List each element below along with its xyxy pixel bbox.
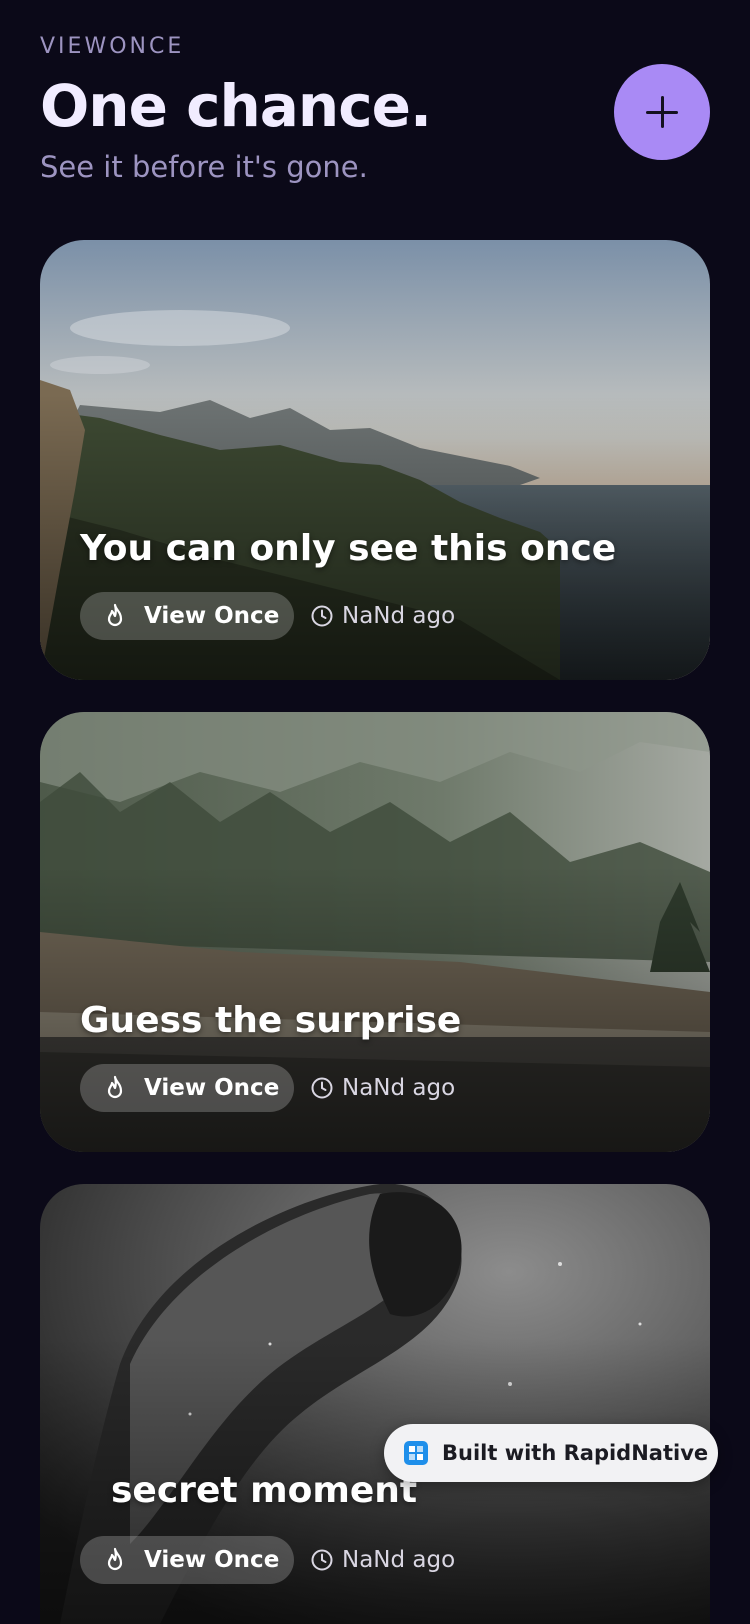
card-title: You can only see this once [80, 528, 617, 569]
story-card[interactable]: Guess the surprise View Once NaNd ago [40, 712, 710, 1152]
timestamp: NaNd ago [310, 1536, 455, 1584]
card-title: Guess the surprise [80, 1000, 462, 1041]
timestamp-text: NaNd ago [342, 603, 456, 629]
flame-icon [107, 603, 123, 627]
built-with-badge[interactable]: Built with RapidNative [384, 1424, 718, 1482]
app-name: VIEWONCE [40, 34, 185, 59]
home-screen: VIEWONCE One chance. See it before it's … [0, 0, 750, 1624]
flame-icon [107, 1547, 123, 1571]
page-title: One chance. [40, 72, 432, 140]
card-title: secret moment [111, 1470, 418, 1511]
view-once-label: View Once [144, 1547, 280, 1573]
clock-icon [311, 1549, 333, 1571]
add-button[interactable] [614, 64, 710, 160]
story-card[interactable]: secret moment View Once NaNd ago [40, 1184, 710, 1624]
timestamp-text: NaNd ago [342, 1075, 456, 1101]
timestamp: NaNd ago [310, 1064, 455, 1112]
built-with-label: Built with RapidNative [442, 1441, 709, 1465]
clock-icon [311, 1077, 333, 1099]
view-once-button[interactable]: View Once [80, 1536, 294, 1584]
plus-icon [646, 96, 678, 128]
rapidnative-logo-icon [404, 1441, 428, 1465]
view-once-button[interactable]: View Once [80, 592, 294, 640]
view-once-label: View Once [144, 1075, 280, 1101]
flame-icon [107, 1075, 123, 1099]
view-once-label: View Once [144, 603, 280, 629]
timestamp-text: NaNd ago [342, 1547, 456, 1573]
story-card[interactable]: You can only see this once View Once NaN… [40, 240, 710, 680]
view-once-button[interactable]: View Once [80, 1064, 294, 1112]
timestamp: NaNd ago [310, 592, 455, 640]
page-subtitle: See it before it's gone. [40, 150, 368, 184]
clock-icon [311, 605, 333, 627]
